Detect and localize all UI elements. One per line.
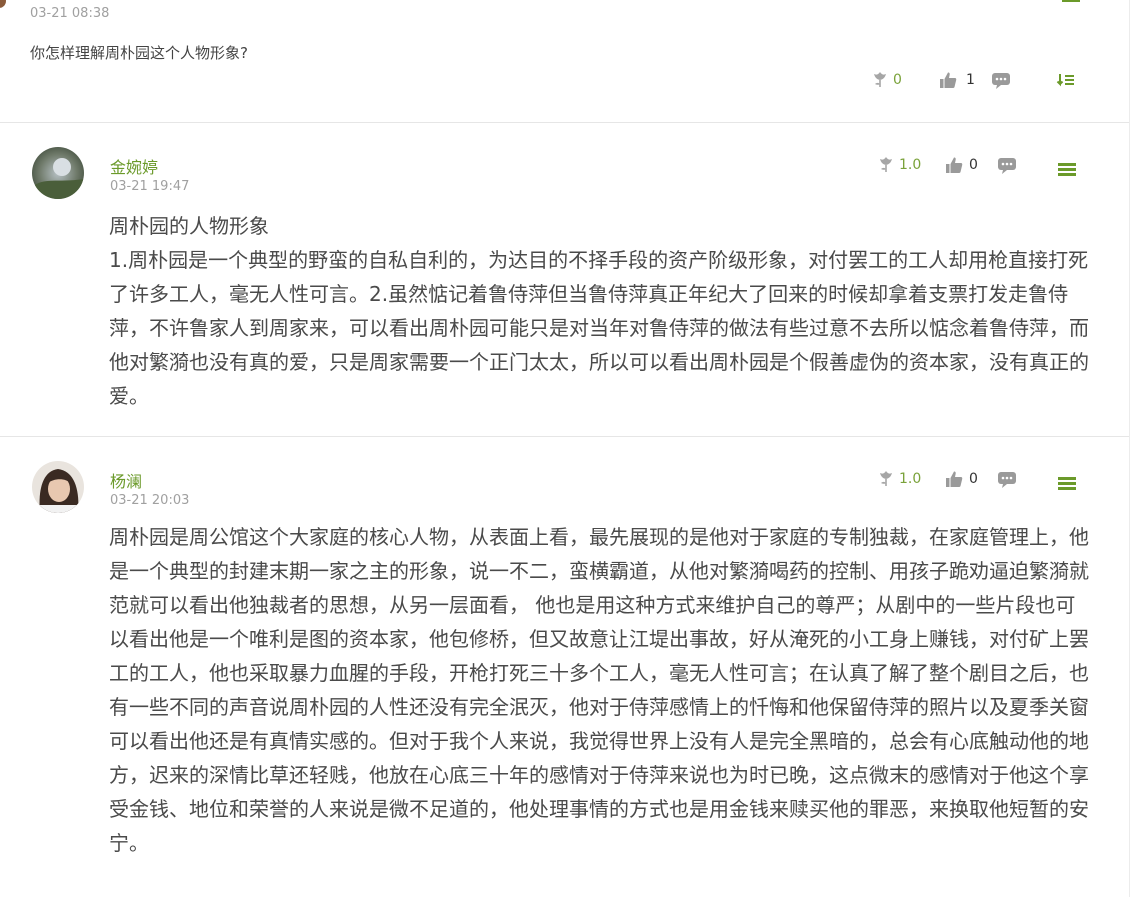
comment-timestamp: 03-21 19:47 xyxy=(110,179,190,194)
comment-item: 杨澜 03-21 20:03 1.0 0 周朴园是周公馆这个大家庭的核心人物，从… xyxy=(0,437,1129,897)
like-button[interactable]: 1 xyxy=(938,68,975,92)
flower-icon xyxy=(880,471,892,486)
menu-icon[interactable] xyxy=(1062,0,1080,8)
like-button[interactable]: 0 xyxy=(944,153,978,177)
question-actions: 0 1 xyxy=(870,68,1090,92)
avatar xyxy=(0,0,6,8)
flower-button[interactable]: 1.0 xyxy=(876,153,921,177)
comment-bubble-icon xyxy=(998,158,1016,174)
flower-score: 1.0 xyxy=(899,157,922,173)
menu-icon[interactable] xyxy=(1058,477,1076,491)
reply-button[interactable] xyxy=(996,467,1018,491)
comment-body: 周朴园是周公馆这个大家庭的核心人物，从表面上看，最先展现的是他对于家庭的专制独裁… xyxy=(109,520,1094,860)
thumbs-up-icon xyxy=(946,471,963,487)
username[interactable]: 杨澜 xyxy=(110,468,142,492)
flower-icon xyxy=(880,157,892,172)
comment-item: 金婉婷 03-21 19:47 1.0 0 周朴园的人物形象 1.周朴园是一个典… xyxy=(0,123,1129,437)
comment-page: 03-21 08:38 你怎样理解周朴园这个人物形象? 0 1 金婉婷 03-2… xyxy=(0,0,1130,897)
question-timestamp: 03-21 08:38 xyxy=(30,6,110,21)
thumbs-up-icon xyxy=(940,72,957,88)
flower-score: 1.0 xyxy=(899,471,922,487)
avatar[interactable] xyxy=(32,147,84,199)
avatar[interactable] xyxy=(32,461,84,513)
reply-button[interactable] xyxy=(996,153,1018,177)
like-count: 1 xyxy=(966,72,975,88)
question-text: 你怎样理解周朴园这个人物形象? xyxy=(30,44,248,62)
like-count: 0 xyxy=(969,157,978,173)
like-button[interactable]: 0 xyxy=(944,467,978,491)
comment-timestamp: 03-21 20:03 xyxy=(110,493,190,508)
comment-bubble-icon xyxy=(998,472,1016,488)
flower-icon xyxy=(874,72,886,87)
thumbs-up-icon xyxy=(946,157,963,173)
like-count: 0 xyxy=(969,471,978,487)
comment-text: 周朴园是周公馆这个大家庭的核心人物，从表面上看，最先展现的是他对于家庭的专制独裁… xyxy=(109,525,1089,855)
flower-button[interactable]: 0 xyxy=(870,68,902,92)
menu-icon[interactable] xyxy=(1058,163,1076,177)
username[interactable]: 金婉婷 xyxy=(110,154,158,178)
reply-button[interactable] xyxy=(990,68,1012,92)
comment-bubble-icon xyxy=(992,73,1010,89)
avatar-image xyxy=(32,147,84,199)
sort-button[interactable] xyxy=(1056,68,1076,92)
flower-count: 0 xyxy=(893,72,902,88)
comment-text: 1.周朴园是一个典型的野蛮的自私自利的，为达目的不择手段的资产阶级形象，对付罢工… xyxy=(109,248,1089,408)
avatar-image xyxy=(32,461,84,513)
question-block: 03-21 08:38 你怎样理解周朴园这个人物形象? 0 1 xyxy=(0,0,1129,123)
comment-body: 周朴园的人物形象 1.周朴园是一个典型的野蛮的自私自利的，为达目的不择手段的资产… xyxy=(109,209,1094,413)
comment-title: 周朴园的人物形象 xyxy=(109,214,269,238)
flower-button[interactable]: 1.0 xyxy=(876,467,921,491)
sort-icon xyxy=(1056,74,1074,87)
